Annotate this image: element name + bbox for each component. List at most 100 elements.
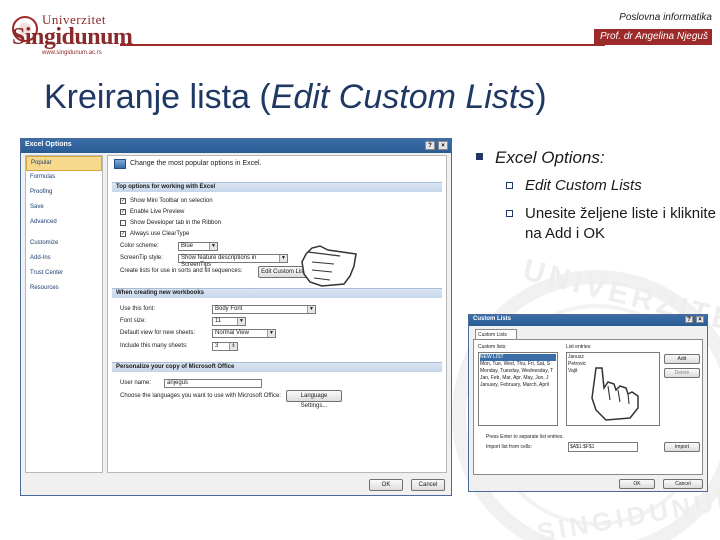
ok-button[interactable]: OK [619, 479, 655, 489]
sidebar-item-proofing[interactable]: Proofing [26, 186, 102, 201]
sidebar-item-add-ins[interactable]: Add-Ins [26, 252, 102, 267]
font-size-select[interactable]: 11 ▼ [212, 317, 246, 326]
option-label: Enable Live Preview [130, 209, 185, 215]
chevron-down-icon: ▼ [307, 306, 315, 313]
help-icon[interactable]: ? [425, 141, 435, 150]
excel-options-dialog: Excel Options ? × Popular Formulas Proof… [20, 138, 452, 496]
section-personalize: Personalize your copy of Microsoft Offic… [112, 362, 442, 372]
sidebar-item-save[interactable]: Save [26, 201, 102, 216]
delete-button[interactable]: Delete [664, 368, 700, 378]
dialog-title: Excel Options [25, 141, 72, 148]
chevron-down-icon: ▼ [209, 243, 217, 250]
screentip-select[interactable]: Show feature descriptions in ScreenTips ▼ [178, 254, 288, 268]
sidebar-item-customize[interactable]: Customize [26, 237, 102, 252]
option-label: Show Developer tab in the Ribbon [130, 220, 222, 226]
options-sidebar: Popular Formulas Proofing Save Advanced … [25, 155, 103, 473]
stepper-value: 3 [215, 343, 219, 349]
title-close: ) [535, 78, 547, 116]
cancel-button[interactable]: Cancel [411, 479, 445, 491]
bullet-sub-1: Edit Custom Lists [476, 176, 716, 196]
import-hint: Press Enter to separate list entries. [486, 434, 564, 440]
list-item[interactable]: Mon, Tue, Wed, Thu, Fri, Sat, S [480, 361, 556, 368]
default-view-label: Default view for new sheets: [120, 330, 196, 336]
sidebar-item-trust-center[interactable]: Trust Center [26, 267, 102, 282]
list-item[interactable]: January, February, March, April [480, 382, 556, 389]
add-button[interactable]: Add [664, 354, 700, 364]
chevron-down-icon: ▼ [237, 318, 245, 325]
course-name: Poslovna informatika [619, 12, 712, 23]
checkbox-checked[interactable]: ✓ [120, 209, 126, 215]
list-entries-label: List entries: [566, 344, 592, 350]
bullet-square-icon [476, 153, 483, 160]
header-rule [120, 44, 605, 46]
options-main-panel: Change the most popular options in Excel… [107, 155, 447, 473]
sheets-stepper[interactable]: 3 ⇕ [212, 342, 238, 351]
sheets-label: Include this many sheets: [120, 343, 188, 349]
option-live-preview[interactable]: ✓ Enable Live Preview [120, 209, 184, 215]
custom-lists-listbox[interactable]: NEW LIST Mon, Tue, Wed, Thu, Fri, Sat, S… [478, 352, 558, 426]
option-label: Show Mini Toolbar on selection [130, 198, 213, 204]
font-select[interactable]: Body Font ▼ [212, 305, 316, 314]
checkbox-checked[interactable]: ✓ [120, 231, 126, 237]
import-button[interactable]: Import [664, 442, 700, 452]
bullet-main-text: Excel Options: [495, 148, 605, 167]
input-value: $A$1:$F$1 [570, 444, 595, 450]
user-name-input[interactable]: anjegus [164, 379, 262, 388]
list-item[interactable]: Jan, Feb, Mar, Apr, May, Jun, J [480, 375, 556, 382]
logo-url: www.singidunum.ac.rs [42, 50, 102, 56]
cancel-button[interactable]: Cancel [663, 479, 703, 489]
color-scheme-select[interactable]: Blue ▼ [178, 242, 218, 251]
default-view-select[interactable]: Normal View ▼ [212, 329, 276, 338]
university-logo: Univerzitet Singidunum www.singidunum.ac… [12, 10, 133, 56]
custom-lists-title: Custom Lists [473, 316, 512, 322]
bullet-hollow-square-icon [506, 182, 513, 189]
import-range-input[interactable]: $A$1:$F$1 [568, 442, 638, 452]
font-size-label: Font size: [120, 318, 147, 324]
dialog-titlebar: Excel Options ? × [21, 139, 451, 153]
custom-lists-label: Custom lists: [478, 344, 507, 350]
slide-title: Kreiranje lista (Edit Custom Lists) [44, 78, 547, 117]
ok-button[interactable]: OK [369, 479, 403, 491]
bullet-sub-1-text: Edit Custom Lists [525, 177, 642, 194]
close-icon[interactable]: × [438, 141, 448, 150]
list-item[interactable]: NEW LIST [480, 354, 556, 361]
author-bar: Prof. dr Angelina Njeguš [594, 29, 712, 45]
section-new-workbooks: When creating new workbooks [112, 288, 442, 298]
user-name-label: User name: [120, 380, 152, 386]
bullet-hollow-square-icon [506, 210, 513, 217]
entry-line: Janusz [568, 354, 584, 360]
pointing-hand-icon [301, 245, 357, 287]
sidebar-item-formulas[interactable]: Formulas [26, 171, 102, 186]
bullet-sub-2-text: Unesite željene liste i kliknite na Add … [525, 205, 716, 242]
option-developer-tab[interactable]: Show Developer tab in the Ribbon [120, 220, 221, 226]
checkbox-unchecked[interactable] [120, 220, 126, 226]
screentip-label: ScreenTip style: [120, 255, 163, 261]
logo-main-text: Singidunum [12, 24, 133, 50]
checkbox-checked[interactable]: ✓ [120, 198, 126, 204]
select-value: Blue [181, 243, 194, 249]
custom-lists-titlebar: Custom Lists ? × [469, 315, 707, 326]
tab-custom-lists[interactable]: Custom Lists [475, 329, 517, 339]
sidebar-item-advanced[interactable]: Advanced [26, 216, 102, 231]
input-value: anjegus [167, 380, 189, 386]
option-cleartype[interactable]: ✓ Always use ClearType [120, 231, 189, 237]
title-plain: Kreiranje lista ( [44, 78, 271, 116]
select-value: Normal View [215, 330, 249, 336]
option-mini-toolbar[interactable]: ✓ Show Mini Toolbar on selection [120, 198, 213, 204]
help-icon[interactable]: ? [685, 316, 693, 323]
sidebar-item-popular[interactable]: Popular [26, 156, 102, 171]
chevron-down-icon: ▼ [279, 255, 287, 262]
select-value: 11 [215, 318, 222, 324]
select-value: Show feature descriptions in ScreenTips [181, 255, 257, 268]
languages-label: Choose the languages you want to use wit… [120, 393, 281, 399]
close-icon[interactable]: × [696, 316, 704, 323]
font-label: Use this font: [120, 306, 156, 312]
section-top-options: Top options for working with Excel [112, 182, 442, 192]
color-scheme-label: Color scheme: [120, 243, 159, 249]
list-item[interactable]: Monday, Tuesday, Wednesday, T [480, 368, 556, 375]
create-lists-label: Create lists for use in sorts and fill s… [120, 268, 243, 274]
pointing-hand-icon [591, 367, 639, 421]
language-settings-button[interactable]: Language Settings... [286, 390, 342, 409]
sidebar-item-resources[interactable]: Resources [26, 282, 102, 297]
panel-heading: Change the most popular options in Excel… [130, 160, 262, 167]
